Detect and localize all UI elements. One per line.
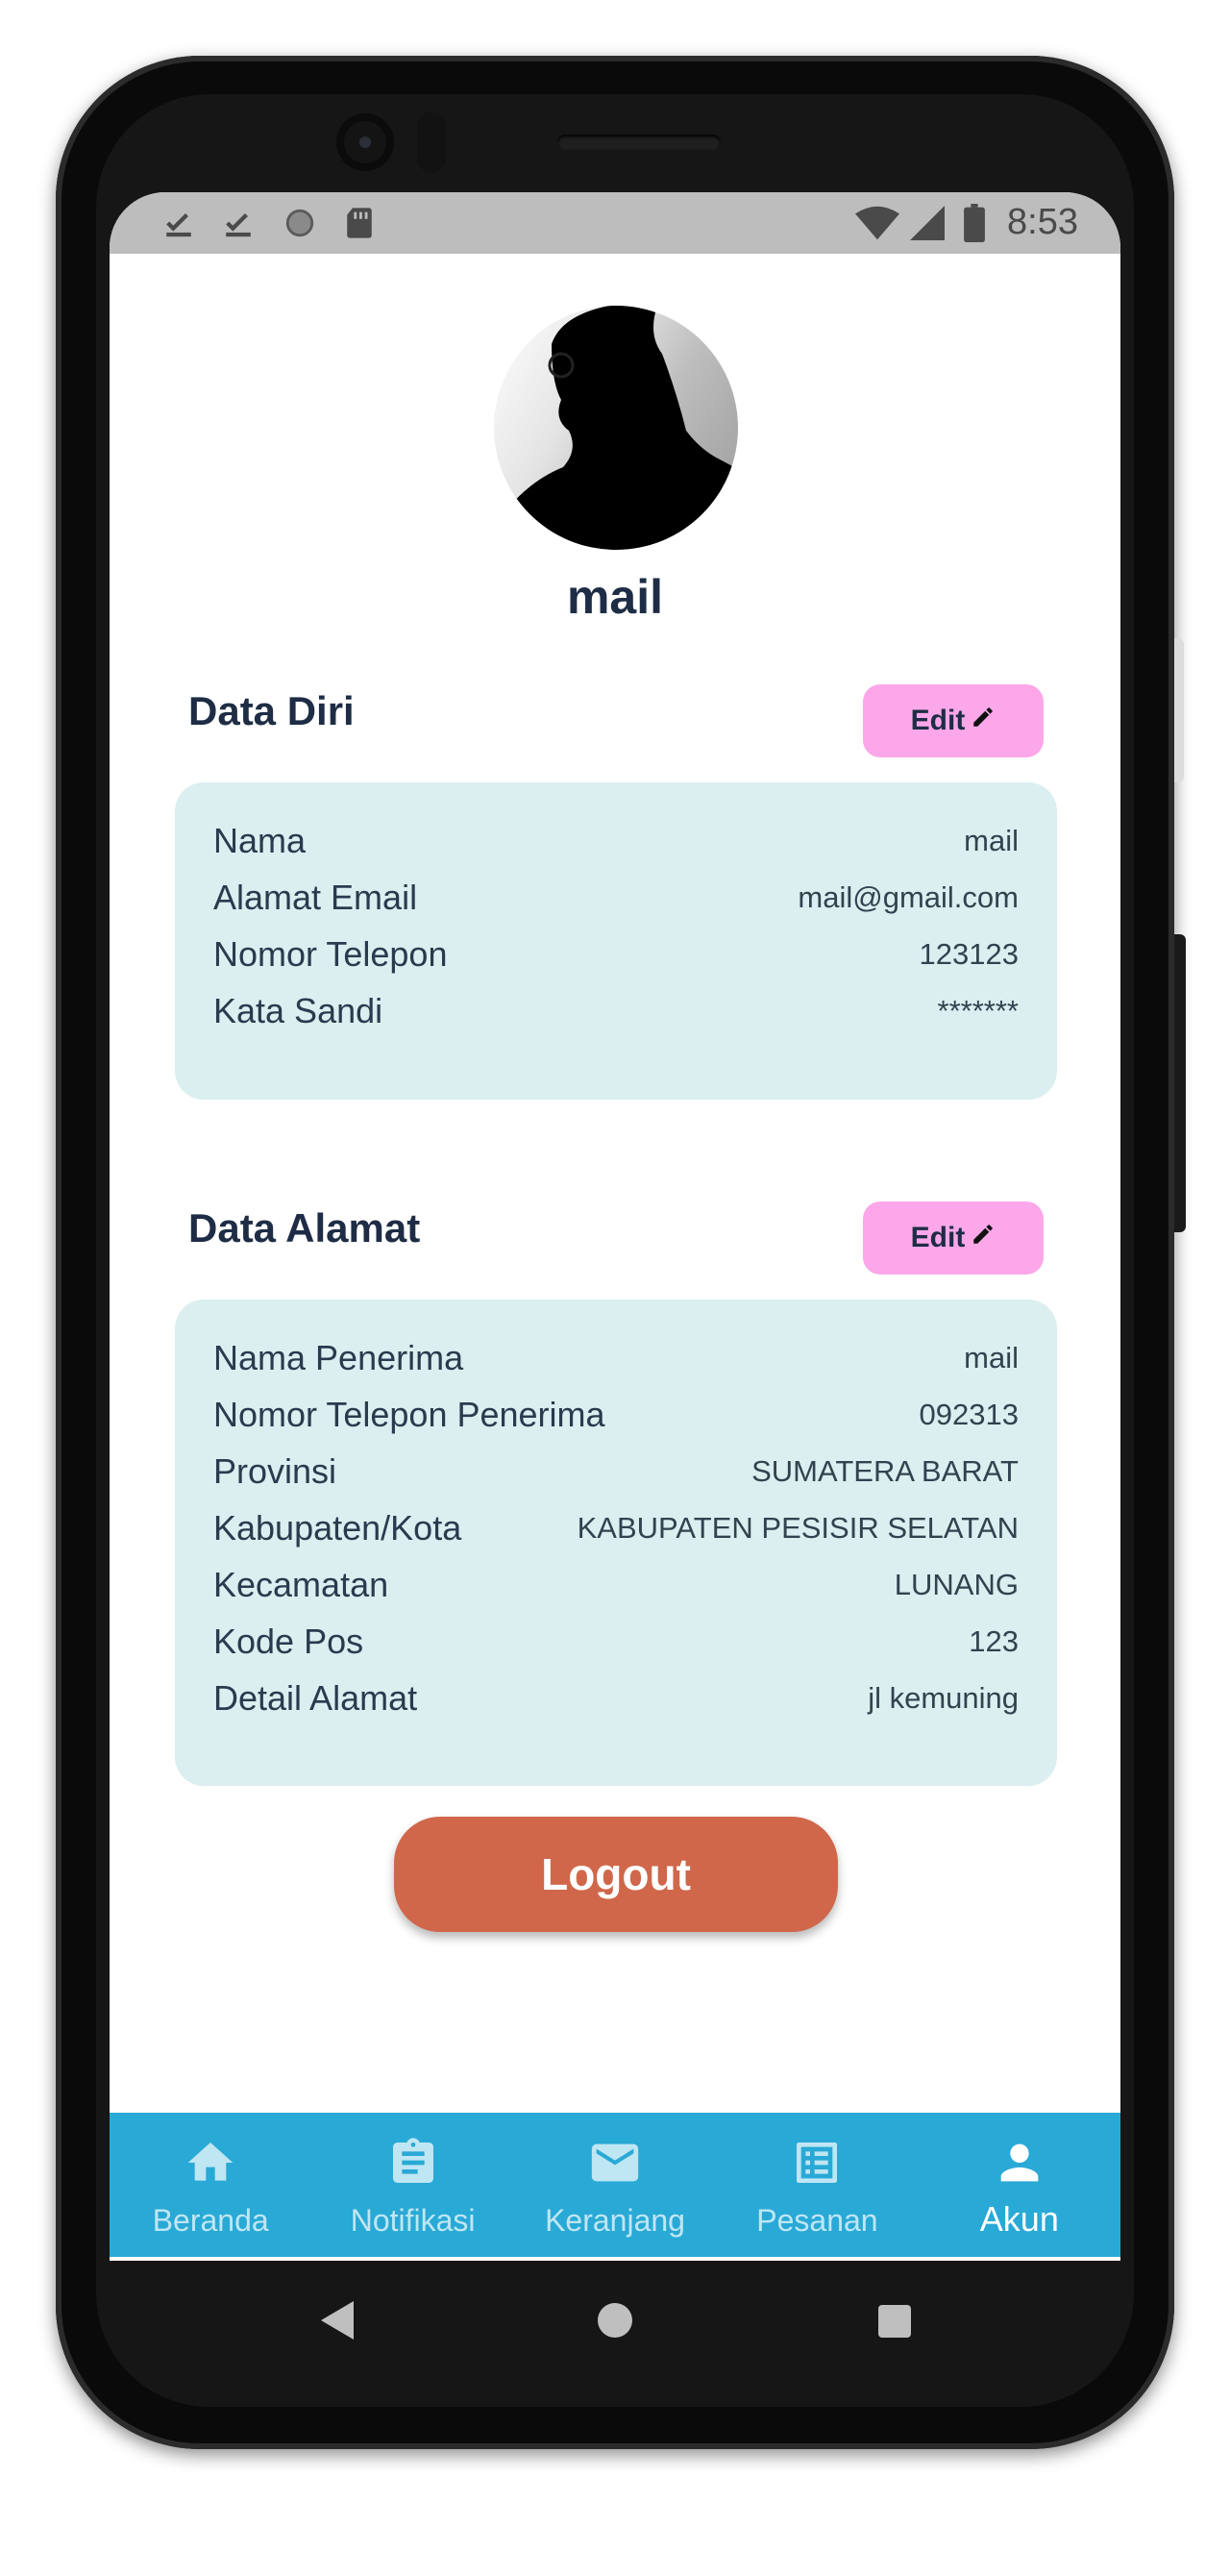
signal-icon bbox=[907, 206, 947, 240]
field-label: Nomor Telepon Penerima bbox=[213, 1395, 605, 1434]
field-value: jl kemuning bbox=[868, 1681, 1019, 1715]
power-button bbox=[1174, 934, 1186, 1232]
field-label: Nama Penerima bbox=[213, 1338, 464, 1377]
list-item: Provinsi SUMATERA BARAT bbox=[213, 1446, 1019, 1498]
system-home-button[interactable] bbox=[598, 2303, 632, 2338]
data-alamat-card: Nama Penerima mail Nomor Telepon Penerim… bbox=[175, 1300, 1057, 1786]
list-item: Nomor Telepon 123123 bbox=[213, 929, 1019, 980]
list-item: Nama mail bbox=[213, 815, 1019, 867]
pencil-icon bbox=[971, 705, 996, 737]
list-item: Nama Penerima mail bbox=[213, 1332, 1019, 1384]
pencil-icon bbox=[971, 1222, 996, 1254]
list-item: Kabupaten/Kota KABUPATEN PESISIR SELATAN bbox=[213, 1502, 1019, 1554]
logout-button[interactable]: Logout bbox=[394, 1817, 838, 1932]
status-bar: 8:53 bbox=[110, 192, 1120, 254]
section-title-data-alamat: Data Alamat bbox=[188, 1205, 421, 1251]
list-item: Nomor Telepon Penerima 092313 bbox=[213, 1389, 1019, 1441]
nav-item-pesanan[interactable]: Pesanan bbox=[716, 2113, 918, 2257]
proximity-sensor bbox=[417, 111, 446, 173]
list-item: Kecamatan LUNANG bbox=[213, 1559, 1019, 1611]
nav-label: Beranda bbox=[152, 2203, 269, 2238]
list-item: Alamat Email mail@gmail.com bbox=[213, 872, 1019, 924]
system-back-button[interactable] bbox=[321, 2301, 354, 2340]
app-screen: 8:53 mail Data Diri Edit Nama mail Alama… bbox=[110, 192, 1120, 2261]
system-recents-button[interactable] bbox=[878, 2305, 911, 2338]
field-value: SUMATERA BARAT bbox=[751, 1454, 1019, 1488]
nav-label: Notifikasi bbox=[350, 2203, 476, 2238]
edit-data-diri-button[interactable]: Edit bbox=[863, 684, 1044, 757]
field-label: Kecamatan bbox=[213, 1565, 389, 1604]
nav-label: Pesanan bbox=[756, 2203, 878, 2238]
nav-item-beranda[interactable]: Beranda bbox=[110, 2113, 311, 2257]
volume-button bbox=[1174, 638, 1184, 782]
check-download-icon bbox=[219, 206, 258, 240]
list-item: Kode Pos 123 bbox=[213, 1616, 1019, 1668]
wifi-icon bbox=[855, 206, 899, 240]
nav-item-notifikasi[interactable]: Notifikasi bbox=[311, 2113, 513, 2257]
edit-button-label: Edit bbox=[910, 705, 966, 736]
field-value: 092313 bbox=[919, 1398, 1019, 1431]
circle-icon bbox=[281, 206, 319, 240]
battery-icon bbox=[961, 204, 988, 242]
front-camera-icon bbox=[336, 113, 394, 171]
edit-button-label: Edit bbox=[910, 1222, 966, 1253]
avatar bbox=[494, 306, 738, 550]
data-diri-card: Nama mail Alamat Email mail@gmail.com No… bbox=[175, 782, 1057, 1100]
field-label: Detail Alamat bbox=[213, 1678, 418, 1718]
field-value: KABUPATEN PESISIR SELATAN bbox=[577, 1511, 1019, 1545]
field-value: ******* bbox=[937, 994, 1019, 1028]
field-value: mail bbox=[964, 1341, 1019, 1375]
field-label: Alamat Email bbox=[213, 878, 418, 917]
list-icon bbox=[788, 2134, 846, 2192]
field-value: LUNANG bbox=[894, 1568, 1019, 1601]
field-value: mail@gmail.com bbox=[798, 880, 1019, 914]
nav-label: Akun bbox=[979, 2199, 1059, 2239]
field-label: Provinsi bbox=[213, 1451, 337, 1491]
sd-card-icon bbox=[340, 206, 379, 240]
field-value: 123 bbox=[969, 1624, 1019, 1658]
field-label: Kata Sandi bbox=[213, 991, 383, 1030]
field-label: Nama bbox=[213, 821, 307, 860]
section-title-data-diri: Data Diri bbox=[188, 688, 355, 733]
clipboard-icon bbox=[384, 2134, 442, 2192]
field-value: 123123 bbox=[919, 937, 1019, 971]
earpiece-speaker bbox=[557, 135, 721, 150]
status-time: 8:53 bbox=[1007, 202, 1078, 242]
list-item: Detail Alamat jl kemuning bbox=[213, 1672, 1019, 1724]
mail-icon bbox=[586, 2134, 644, 2192]
list-item: Kata Sandi ******* bbox=[213, 985, 1019, 1037]
field-label: Nomor Telepon bbox=[213, 934, 448, 974]
field-label: Kabupaten/Kota bbox=[213, 1508, 462, 1548]
nav-item-keranjang[interactable]: Keranjang bbox=[514, 2113, 716, 2257]
nav-item-akun[interactable]: Akun bbox=[919, 2113, 1120, 2257]
edit-data-alamat-button[interactable]: Edit bbox=[863, 1201, 1044, 1275]
profile-username: mail bbox=[566, 570, 664, 624]
field-value: mail bbox=[964, 824, 1019, 857]
check-download-icon bbox=[160, 206, 198, 240]
person-icon bbox=[991, 2134, 1048, 2192]
home-icon bbox=[182, 2134, 239, 2192]
nav-label: Keranjang bbox=[545, 2203, 685, 2238]
field-label: Kode Pos bbox=[213, 1622, 364, 1661]
bottom-nav: Beranda Notifikasi Keranjang Pesanan Aku… bbox=[110, 2113, 1120, 2257]
